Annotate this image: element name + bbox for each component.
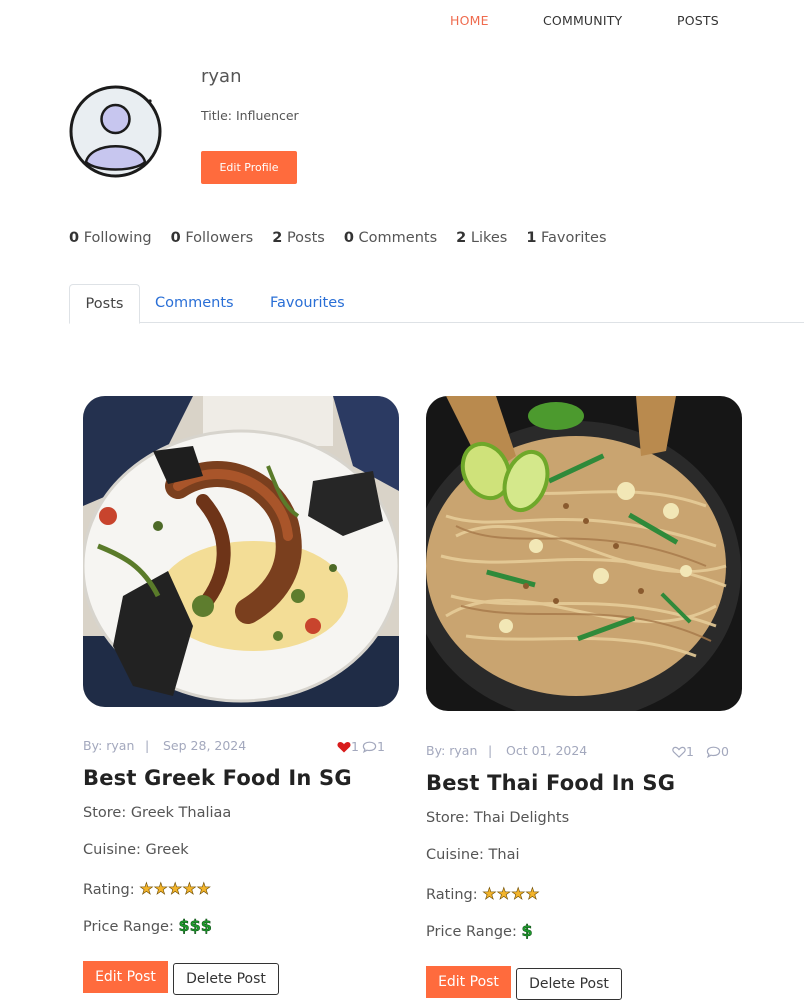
top-nav: HOME COMMUNITY POSTS <box>0 13 804 33</box>
comment-count: 0 <box>721 744 729 759</box>
meta-separator: | <box>488 743 493 758</box>
heart-filled-icon <box>337 741 351 752</box>
post-price-range: Price Range: $ <box>426 921 533 941</box>
star-icon: ★ <box>196 879 211 899</box>
profile-tabs: Posts Comments Favourites <box>69 284 804 324</box>
stat-label: Likes <box>470 230 508 246</box>
stat-count: 0 <box>69 230 80 246</box>
star-icon: ★ <box>153 879 168 899</box>
nav-home-link[interactable]: HOME <box>450 13 489 28</box>
stat-followers[interactable]: 0 Followers <box>171 230 254 250</box>
comment-bubble-icon <box>362 741 377 753</box>
tab-favourites[interactable]: Favourites <box>270 284 345 322</box>
post-meta: By: ryan | Oct 01, 2024 1 0 <box>426 743 742 759</box>
stat-label: Followers <box>185 230 254 246</box>
edit-post-button[interactable]: Edit Post <box>426 966 511 998</box>
profile-username: ryan <box>201 66 242 87</box>
stat-label: Comments <box>358 230 438 246</box>
stat-likes: 2 Likes <box>456 230 507 250</box>
stat-count: 2 <box>456 230 467 246</box>
post-rating: Rating: ★★★★★ <box>83 879 211 899</box>
user-avatar-icon <box>69 85 162 178</box>
stat-label: Following <box>83 230 152 246</box>
price-dollar-icons: $ <box>521 921 533 941</box>
profile-title: Title: Influencer <box>201 108 299 123</box>
star-icon: ★ <box>496 884 511 904</box>
edit-profile-button[interactable]: Edit Profile <box>201 151 297 184</box>
star-icon: ★ <box>167 879 183 899</box>
post-store: Store: Greek Thaliaa <box>83 805 232 821</box>
stat-count: 1 <box>526 230 537 246</box>
comment-button[interactable]: 1 <box>362 738 385 754</box>
star-icon: ★ <box>525 884 540 904</box>
rating-label: Rating: <box>426 887 478 903</box>
star-icon: ★ <box>510 884 526 904</box>
delete-post-button[interactable]: Delete Post <box>516 968 622 1000</box>
stat-favorites: 1 Favorites <box>526 230 606 250</box>
post-image[interactable] <box>83 396 399 707</box>
post-author[interactable]: By: ryan <box>83 738 134 753</box>
post-cuisine: Cuisine: Thai <box>426 847 520 863</box>
post-author[interactable]: By: ryan <box>426 743 477 758</box>
post-store: Store: Thai Delights <box>426 810 570 826</box>
stat-count: 2 <box>272 230 283 246</box>
price-label: Price Range: <box>83 919 174 935</box>
stat-comments: 0 Comments <box>344 230 437 250</box>
post-image[interactable] <box>426 396 742 711</box>
post-title[interactable]: Best Thai Food In SG <box>426 771 675 795</box>
post-card: By: ryan | Oct 01, 2024 1 0 Best Thai Fo… <box>426 396 744 1000</box>
rating-label: Rating: <box>83 882 135 898</box>
stat-count: 0 <box>170 230 181 246</box>
delete-post-button[interactable]: Delete Post <box>173 963 279 995</box>
stat-posts: 2 Posts <box>272 230 325 250</box>
post-rating: Rating: ★★★★ <box>426 884 540 904</box>
post-price-range: Price Range: $$$ <box>83 916 212 936</box>
profile-stats: 0 Following 0 Followers 2 Posts 0 Commen… <box>69 230 626 250</box>
price-label: Price Range: <box>426 924 517 940</box>
comment-button[interactable]: 0 <box>706 743 729 759</box>
edit-post-button[interactable]: Edit Post <box>83 961 168 993</box>
star-icon: ★ <box>182 879 197 899</box>
like-count: 1 <box>351 739 359 754</box>
star-icon: ★ <box>139 879 154 899</box>
stat-following[interactable]: 0 Following <box>69 230 152 250</box>
comment-bubble-icon <box>706 746 721 758</box>
post-date: Sep 28, 2024 <box>163 738 247 753</box>
nav-posts-link[interactable]: POSTS <box>677 13 719 28</box>
comment-count: 1 <box>377 739 385 754</box>
like-count: 1 <box>686 744 694 759</box>
post-card: By: ryan | Sep 28, 2024 1 1 Best Greek F… <box>83 396 401 995</box>
stat-count: 0 <box>343 230 354 246</box>
like-button[interactable]: 1 <box>672 743 694 759</box>
meta-separator: | <box>145 738 150 753</box>
nav-community-link[interactable]: COMMUNITY <box>543 13 622 28</box>
like-button[interactable]: 1 <box>337 738 359 754</box>
post-cuisine: Cuisine: Greek <box>83 842 189 858</box>
stat-label: Posts <box>286 230 325 246</box>
heart-outline-icon <box>672 746 686 758</box>
post-title[interactable]: Best Greek Food In SG <box>83 766 352 790</box>
post-meta: By: ryan | Sep 28, 2024 1 1 <box>83 738 399 754</box>
star-icon: ★ <box>482 884 497 904</box>
tab-posts[interactable]: Posts <box>69 284 140 324</box>
tab-comments[interactable]: Comments <box>155 284 234 322</box>
stat-label: Favorites <box>541 230 607 246</box>
rating-stars: ★★★★ <box>482 884 540 904</box>
post-date: Oct 01, 2024 <box>506 743 588 758</box>
rating-stars: ★★★★★ <box>139 879 211 899</box>
price-dollar-icons: $$$ <box>178 916 212 936</box>
